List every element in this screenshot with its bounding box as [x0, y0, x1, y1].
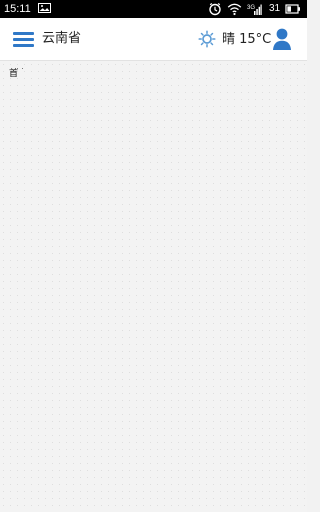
small-label-dots [17, 68, 25, 70]
signal-icon: 3G [247, 4, 262, 15]
menu-line-bottom [13, 44, 34, 47]
status-time: 15:11 [4, 3, 31, 15]
status-bar: 15:11 3G 31 [0, 0, 307, 18]
hamburger-menu-icon[interactable] [12, 29, 34, 49]
small-label: 首 [9, 69, 19, 79]
wifi-icon [227, 3, 242, 16]
menu-line-top [13, 32, 34, 35]
battery-percent: 31 [269, 3, 281, 14]
dot [22, 68, 23, 69]
alarm-clock-icon [209, 2, 221, 16]
app-header: 云南省 晴 15°C [0, 18, 307, 61]
image-icon [38, 3, 51, 13]
sun-icon [198, 30, 216, 48]
svg-text:3G: 3G [247, 5, 255, 11]
dot [17, 68, 18, 69]
location-title: 云南省 [42, 31, 82, 46]
menu-line-middle [13, 38, 34, 41]
content-area: 首 [0, 61, 307, 512]
weather-summary: 晴 15°C [222, 32, 272, 47]
user-profile-icon[interactable] [271, 27, 293, 51]
battery-icon [285, 4, 300, 14]
